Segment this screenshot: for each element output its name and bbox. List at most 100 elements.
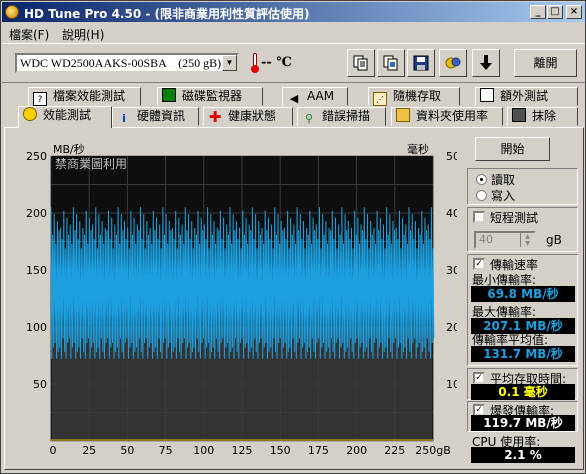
drive-select[interactable]: WDC WD2500AAKS-00SBA (250 gB) ▼: [15, 53, 239, 73]
tab-label: 抹除: [532, 109, 557, 123]
access-time-value: 0.1 毫秒: [471, 384, 575, 400]
tab-label: 錯誤掃描: [322, 109, 371, 123]
extra-tests-icon: [480, 88, 494, 102]
random-access-icon: ⋰: [373, 92, 387, 106]
copy-image-icon: [383, 55, 398, 71]
close-button[interactable]: ×: [566, 5, 582, 19]
maximize-button[interactable]: □: [547, 5, 563, 19]
menu-file[interactable]: 檔案(F): [9, 26, 49, 43]
minimize-button[interactable]: _: [530, 5, 546, 19]
title-bar[interactable]: HD Tune Pro 4.50 - (限非商業用利性質評估使用) _ □ ×: [2, 2, 585, 22]
y-right-tick-label: 50: [446, 150, 457, 163]
tab-label: AAM: [307, 89, 335, 103]
spinner-icon[interactable]: ▲ ▼: [520, 233, 534, 247]
short-test-checkbox[interactable]: [473, 211, 485, 223]
tab-health[interactable]: ✚ 健康狀態: [203, 107, 293, 126]
menu-bar: 檔案(F) 說明(H): [2, 23, 585, 42]
error-scan-icon: ⚲: [304, 112, 314, 125]
menu-help[interactable]: 說明(H): [62, 26, 104, 43]
tab-label: 資料夾使用率: [416, 109, 489, 123]
transfer-rate-checkbox[interactable]: ✓: [473, 258, 485, 270]
write-label: 寫入: [491, 189, 516, 203]
y-right-tick-label: 30: [446, 264, 457, 277]
read-label: 讀取: [491, 173, 516, 187]
x-tick-label: 75: [159, 444, 173, 457]
x-tick-label: 225: [384, 444, 405, 457]
tab-info[interactable]: i 硬體資訊: [112, 107, 199, 126]
y-left-tick-label: 50: [33, 378, 47, 391]
speaker-icon: ◀: [289, 92, 299, 105]
tab-disk-monitor[interactable]: 磁碟監視器: [157, 87, 263, 106]
toolbar: WDC WD2500AAKS-00SBA (250 gB) ▼ -- ℃ 離開: [2, 43, 585, 83]
tab-aam[interactable]: ◀ AAM: [282, 87, 348, 106]
download-button[interactable]: [472, 49, 500, 77]
y-right-axis-label: 毫秒: [407, 142, 429, 156]
avg-rate-value: 131.7 MB/秒: [471, 346, 575, 362]
erase-icon: [512, 108, 526, 122]
short-test-size-stepper[interactable]: 40 ▲ ▼: [474, 231, 536, 249]
options-button[interactable]: [439, 49, 467, 77]
copy-image-button[interactable]: [377, 49, 405, 77]
y-right-tick-label: 40: [446, 207, 457, 220]
chevron-down-icon[interactable]: ▼: [222, 55, 237, 71]
health-icon: ✚: [208, 108, 222, 126]
tab-file-benchmark[interactable]: ? 檔案效能測試: [28, 87, 141, 106]
tab-random-access[interactable]: ⋰ 隨機存取: [368, 87, 460, 106]
app-icon: [5, 5, 19, 19]
copy-text-icon: [353, 55, 368, 71]
download-icon: [480, 55, 492, 70]
info-icon: i: [122, 112, 126, 125]
x-tick-label: 50: [120, 444, 134, 457]
benchmark-chart: 250 200 150 100 50 50 40 30 20 10 0 25 50 75 100 125 150…: [21, 141, 460, 461]
tab-label: 健康狀態: [228, 109, 277, 123]
write-radio[interactable]: [476, 190, 487, 201]
read-radio[interactable]: [476, 174, 487, 185]
x-tick-label: 200: [346, 444, 367, 457]
x-tick-label: 25: [82, 444, 96, 457]
disk-monitor-icon: [162, 88, 176, 102]
folder-icon: [396, 108, 410, 122]
app-window: HD Tune Pro 4.50 - (限非商業用利性質評估使用) _ □ × …: [0, 0, 586, 474]
tab-label: 效能測試: [43, 108, 92, 122]
y-right-tick-label: 10: [446, 378, 457, 391]
tab-benchmark[interactable]: 效能測試: [18, 106, 112, 128]
short-test-unit: gB: [546, 233, 562, 247]
copy-text-button[interactable]: [347, 49, 375, 77]
file-benchmark-icon: ?: [33, 92, 47, 106]
access-time-checkbox[interactable]: ✓: [473, 372, 485, 384]
temperature-readout: -- ℃: [261, 55, 292, 70]
drive-select-value: WDC WD2500AAKS-00SBA (250 gB): [20, 56, 222, 70]
short-test-label: 短程測試: [490, 211, 539, 225]
thermometer-icon: [251, 53, 259, 73]
save-icon: [413, 55, 429, 71]
start-button[interactable]: 開始: [475, 137, 550, 161]
read-write-group: 讀取 寫入: [467, 168, 578, 205]
tab-extra-tests[interactable]: 額外測試: [475, 87, 578, 106]
y-left-tick-label: 150: [26, 264, 47, 277]
y-left-tick-label: 200: [26, 207, 47, 220]
tab-label: 檔案效能測試: [53, 89, 126, 103]
x-tick-label: 175: [308, 444, 329, 457]
chart-svg: 2502001501005050403020100 25 50 75 100 125 150…: [26, 142, 460, 457]
tab-erase[interactable]: 抹除: [507, 107, 578, 126]
benchmark-icon: [23, 107, 37, 121]
short-test-group: 短程測試 40 ▲ ▼ gB: [467, 207, 578, 252]
y-left-tick-label: 100: [26, 321, 47, 334]
y-left-axis-label: MB/秒: [53, 142, 85, 156]
save-button[interactable]: [407, 49, 435, 77]
exit-button[interactable]: 離開: [514, 49, 577, 77]
tab-folder-usage[interactable]: 資料夾使用率: [391, 107, 503, 126]
burst-rate-value: 119.7 MB/秒: [471, 415, 575, 431]
x-tick-label: 150: [270, 444, 291, 457]
min-rate-value: 69.8 MB/秒: [471, 286, 575, 302]
x-tick-label: 0: [50, 444, 57, 457]
tab-error-scan[interactable]: ⚲ 錯誤掃描: [297, 107, 386, 126]
y-right-tick-label: 20: [446, 321, 457, 334]
chart-watermark: 禁商業圖利用: [55, 156, 127, 171]
x-tick-label: 125: [232, 444, 253, 457]
options-icon: [445, 57, 461, 69]
short-test-size-value: 40: [479, 233, 493, 246]
cpu-usage-value: 2.1 %: [471, 447, 575, 463]
x-tick-label: 100: [193, 444, 214, 457]
tab-label: 隨機存取: [393, 89, 442, 103]
